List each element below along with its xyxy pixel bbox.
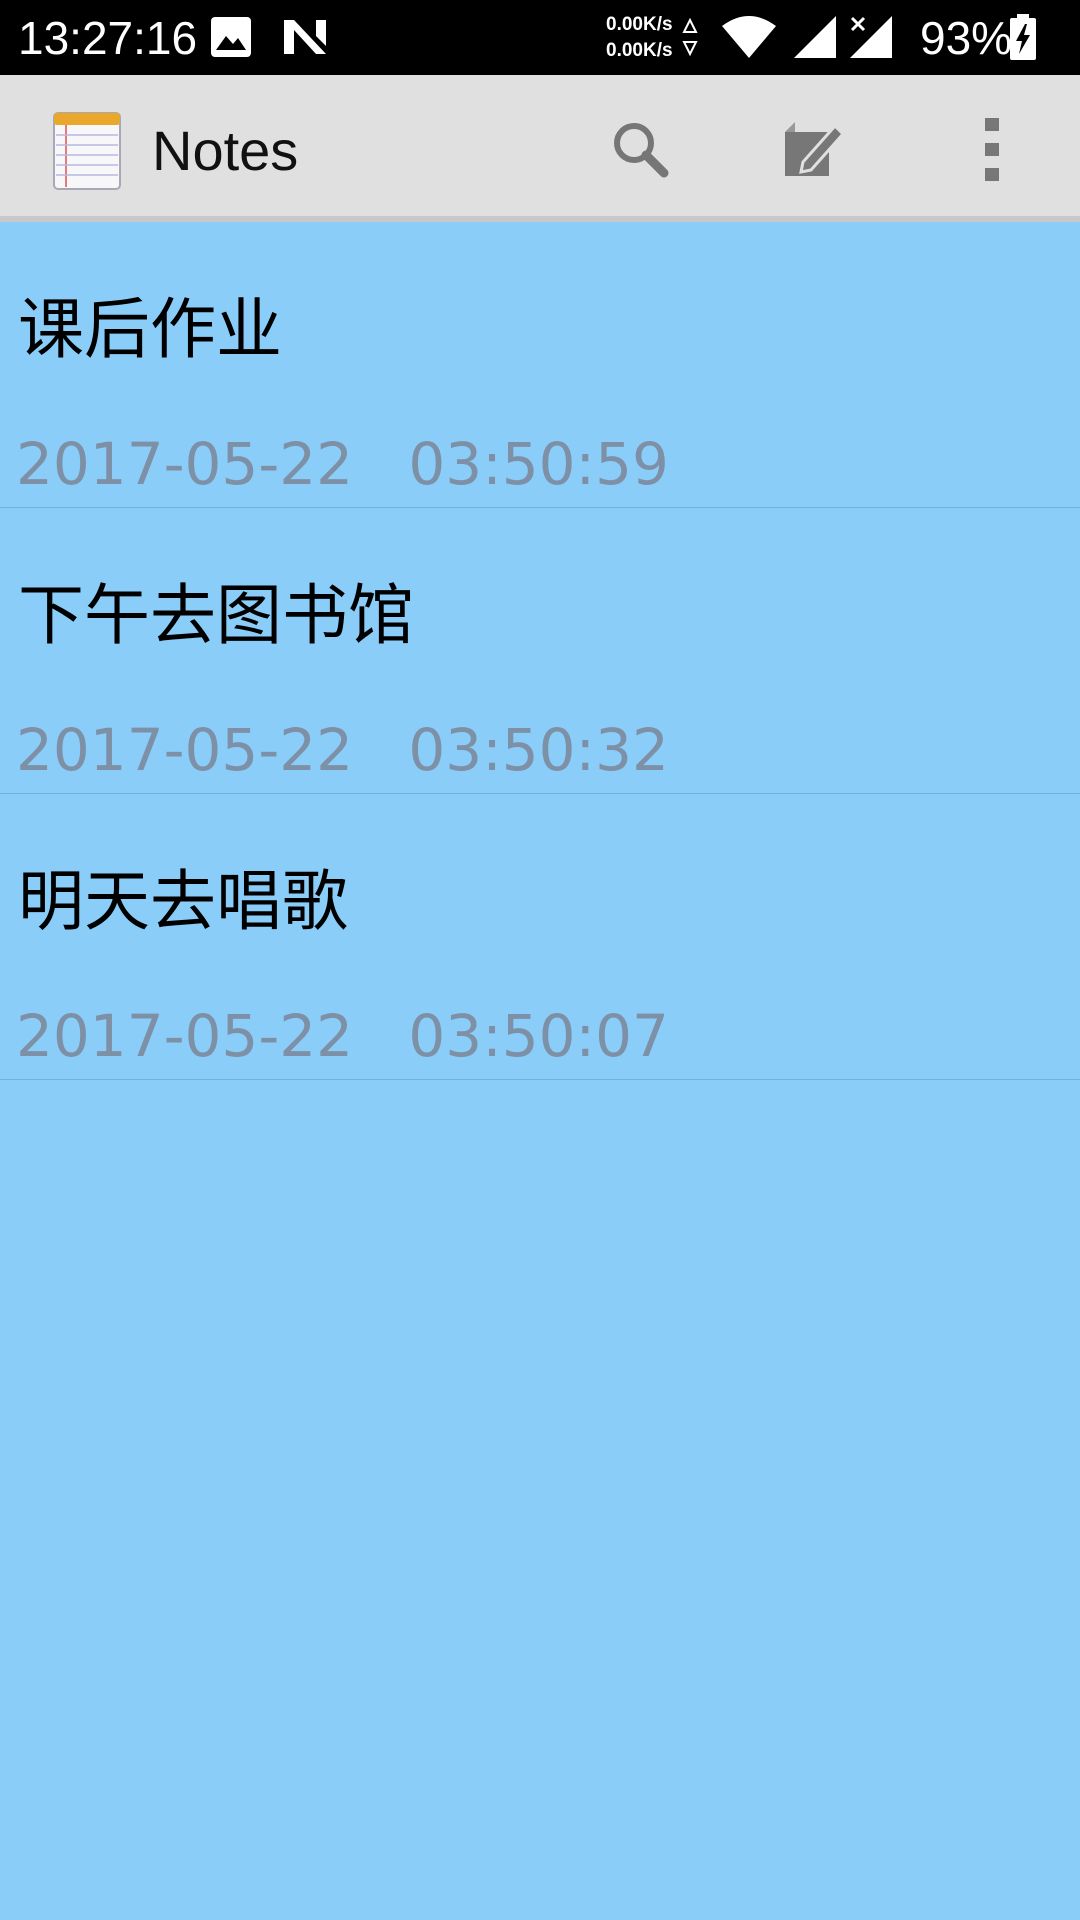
traffic-arrows-icon xyxy=(682,18,698,57)
notes-list: 课后作业 2017-05-22 03:50:59 下午去图书馆 2017-05-… xyxy=(0,222,1080,1080)
note-title: 下午去图书馆 xyxy=(18,577,414,654)
note-date: 2017-05-22 xyxy=(16,1002,354,1070)
upload-speed: 0.00K/s xyxy=(606,14,673,35)
battery-percent: 93% xyxy=(920,12,1013,64)
note-title: 明天去唱歌 xyxy=(18,863,348,940)
note-date: 2017-05-22 xyxy=(16,716,354,784)
search-icon xyxy=(614,123,669,178)
wifi-icon xyxy=(722,16,776,58)
note-time: 03:50:07 xyxy=(408,1002,669,1070)
action-bar: Notes xyxy=(0,75,1080,222)
note-time: 03:50:32 xyxy=(408,716,669,784)
search-button[interactable] xyxy=(600,109,680,189)
image-icon xyxy=(211,17,251,57)
note-item[interactable]: 课后作业 2017-05-22 03:50:59 xyxy=(0,222,1080,508)
status-time: 13:27:16 xyxy=(18,12,198,64)
app-title: Notes xyxy=(152,119,299,182)
note-time: 03:50:59 xyxy=(408,430,669,498)
download-speed: 0.00K/s xyxy=(606,40,673,61)
note-item[interactable]: 下午去图书馆 2017-05-22 03:50:32 xyxy=(0,508,1080,794)
compose-icon xyxy=(785,122,846,176)
overflow-menu-icon xyxy=(985,118,999,181)
signal-no-service-icon xyxy=(850,16,892,58)
note-date: 2017-05-22 xyxy=(16,430,354,498)
network-speed: 0.00K/s 0.00K/s xyxy=(606,12,673,64)
status-bar: 13:27:16 0.00K/s 0.00K/s 93% xyxy=(0,0,1080,75)
battery-charging-icon xyxy=(1010,14,1036,60)
notepad-icon[interactable] xyxy=(52,109,122,191)
note-title: 课后作业 xyxy=(18,291,282,368)
overflow-menu-button[interactable] xyxy=(952,109,1032,189)
compose-note-button[interactable] xyxy=(774,109,854,189)
n-logo-icon xyxy=(284,20,326,54)
note-timestamp: 2017-05-22 03:50:59 xyxy=(16,430,669,498)
note-timestamp: 2017-05-22 03:50:07 xyxy=(16,1002,669,1070)
signal-icon xyxy=(794,16,836,58)
note-timestamp: 2017-05-22 03:50:32 xyxy=(16,716,669,784)
note-item[interactable]: 明天去唱歌 2017-05-22 03:50:07 xyxy=(0,794,1080,1080)
